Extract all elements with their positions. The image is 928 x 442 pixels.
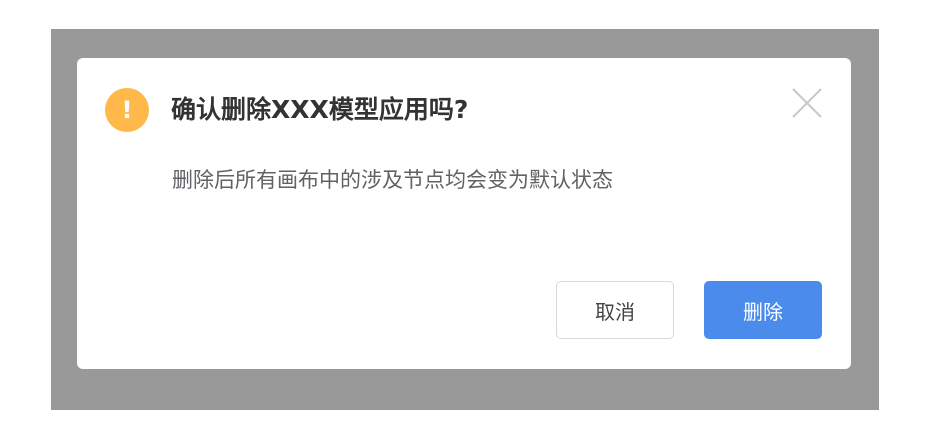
dialog-title: 确认删除XXX模型应用吗? (171, 95, 469, 124)
cancel-button[interactable]: 取消 (556, 281, 674, 339)
delete-button[interactable]: 删除 (704, 281, 822, 339)
close-icon[interactable] (790, 86, 824, 120)
dialog-message: 删除后所有画布中的涉及节点均会变为默认状态 (172, 168, 613, 192)
confirm-delete-dialog: ! 确认删除XXX模型应用吗? 删除后所有画布中的涉及节点均会变为默认状态 取消… (77, 58, 851, 369)
cancel-button-label: 取消 (595, 299, 635, 324)
warning-icon: ! (105, 88, 149, 132)
warning-icon-glyph: ! (121, 96, 133, 124)
close-icon-graphic (792, 88, 822, 118)
delete-button-label: 删除 (743, 299, 783, 324)
